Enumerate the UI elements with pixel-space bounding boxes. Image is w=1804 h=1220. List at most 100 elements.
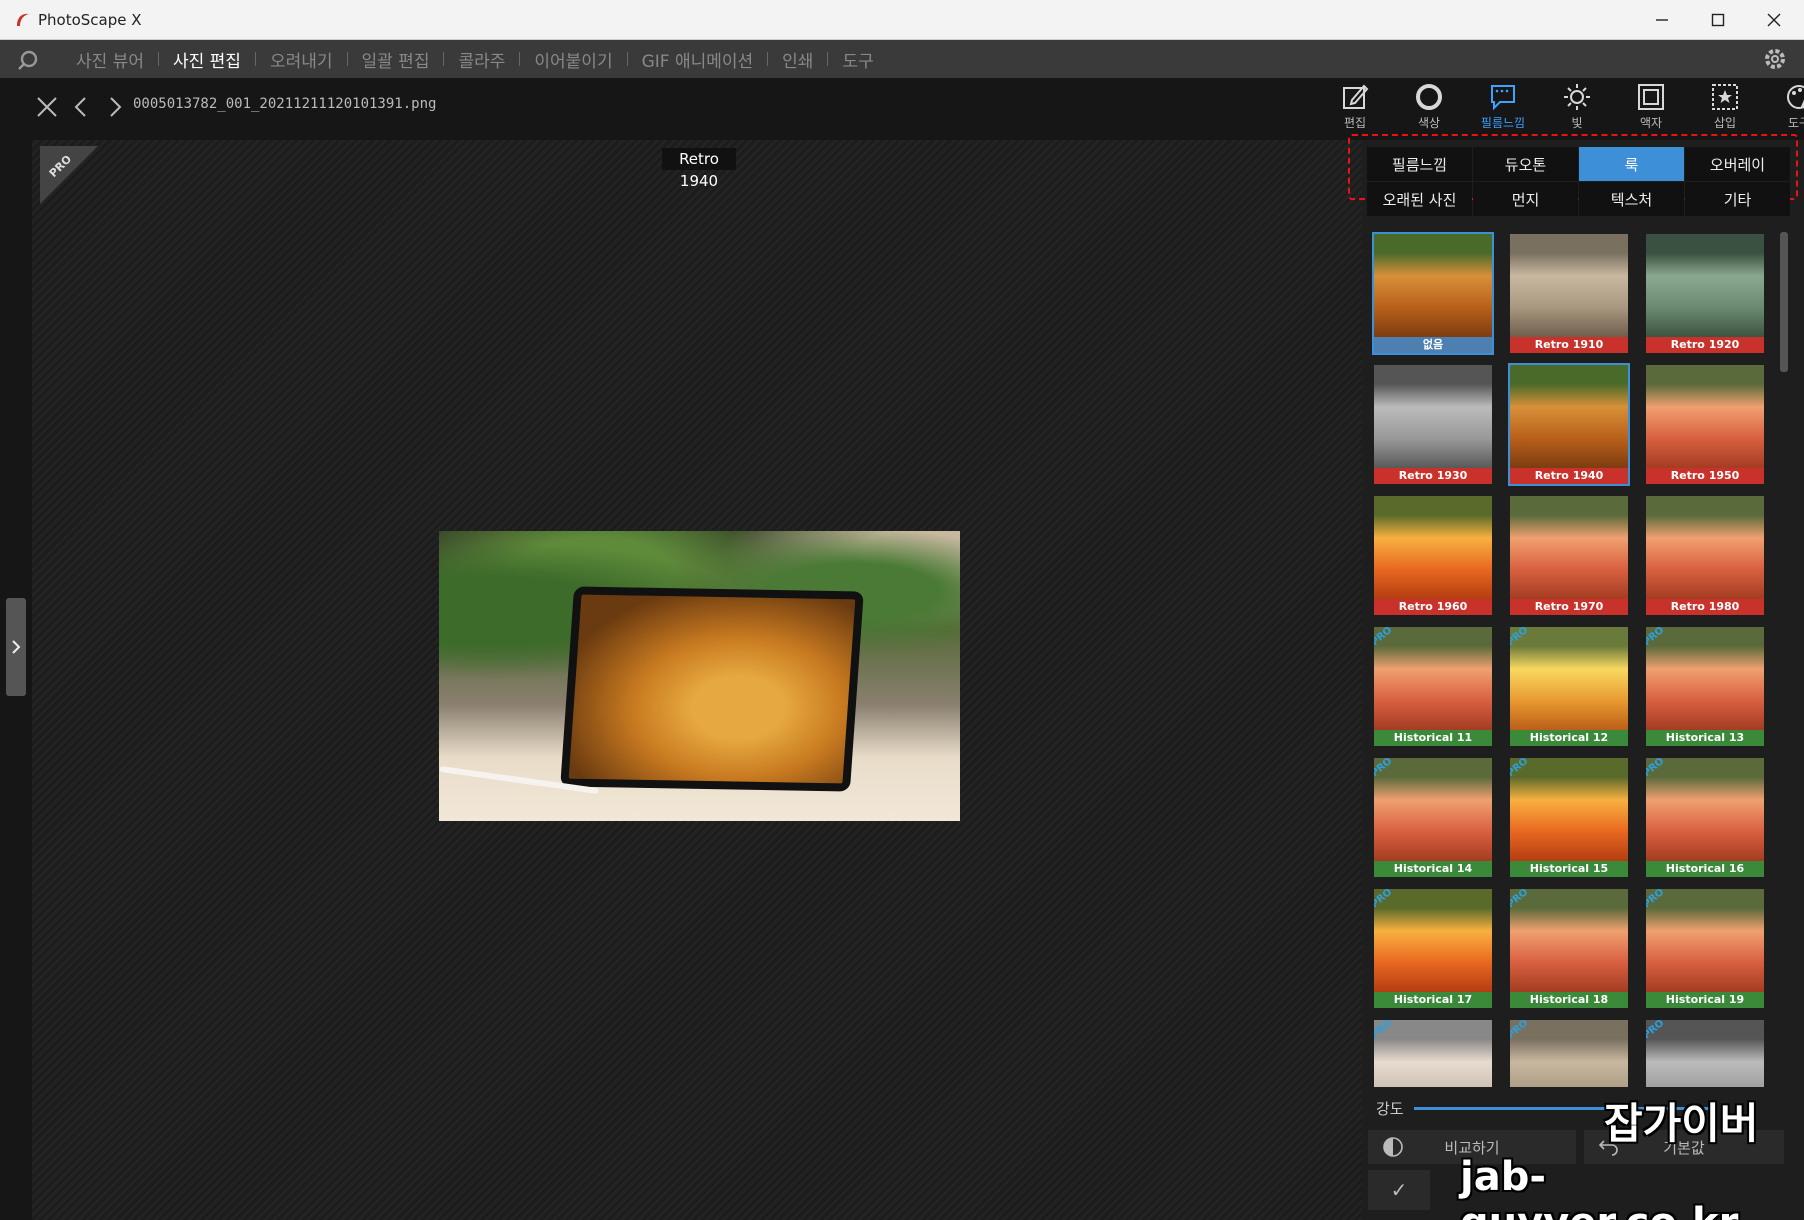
maximize-button[interactable]: [1690, 0, 1746, 40]
filter-thumbnail[interactable]: PRO: [1644, 1018, 1766, 1087]
category-tab[interactable]: 듀오톤: [1473, 147, 1578, 181]
thumbnail-image: [1646, 889, 1764, 994]
filter-thumbnail[interactable]: PRO: [1508, 1018, 1630, 1087]
menu-item[interactable]: 콜라주: [444, 47, 519, 72]
thumbnail-image: [1646, 1020, 1764, 1087]
menu-item[interactable]: 사진 편집: [159, 47, 255, 72]
close-window-button[interactable]: [1746, 0, 1802, 40]
filter-thumbnail[interactable]: PRO Historical 12: [1508, 625, 1630, 748]
close-icon: [1767, 13, 1781, 27]
photo-tablet: [560, 586, 864, 792]
menu-item[interactable]: 이어붙이기: [520, 47, 626, 72]
tool-label: 필름느낌: [1480, 116, 1526, 130]
category-tab[interactable]: 룩: [1579, 147, 1684, 181]
menu-bar: 사진 뷰어 사진 편집 오려내기 일괄 편집 콜라주 이어붙이기 GIF 애니메이션 인쇄 도구: [0, 40, 1804, 78]
chevron-right-icon: [12, 640, 21, 654]
watermark-name: 잡가이버: [1604, 1099, 1759, 1148]
tool-insert[interactable]: 삽입: [1688, 82, 1762, 134]
category-tab[interactable]: 텍스처: [1579, 182, 1684, 216]
tool-label: 빛: [1571, 116, 1583, 130]
thumbnail-image: [1510, 1020, 1628, 1087]
filter-thumbnail[interactable]: Retro 1980: [1644, 494, 1766, 617]
thumbnail-image: [1646, 365, 1764, 470]
thumbnail-image: [1374, 496, 1492, 601]
previous-photo-button[interactable]: [66, 92, 96, 122]
thumbnail-image: [1646, 758, 1764, 863]
filter-thumbnail[interactable]: PRO Historical 17: [1372, 887, 1494, 1010]
light-icon: [1564, 84, 1590, 110]
filter-thumbnail[interactable]: PRO Historical 13: [1644, 625, 1766, 748]
left-panel-toggle[interactable]: [6, 598, 26, 696]
filter-thumbnail[interactable]: PRO Historical 16: [1644, 756, 1766, 879]
filter-thumbnail[interactable]: Retro 1930: [1372, 363, 1494, 486]
thumbnail-caption: Historical 17: [1374, 992, 1492, 1008]
filter-thumbnail[interactable]: PRO Historical 14: [1372, 756, 1494, 879]
minimize-button[interactable]: [1634, 0, 1690, 40]
tool-color[interactable]: 색상: [1392, 82, 1466, 134]
menu-item[interactable]: 사진 뷰어: [62, 47, 158, 72]
thumbnail-image: [1510, 234, 1628, 339]
thumbnail-caption: Retro 1980: [1646, 599, 1764, 615]
category-tab[interactable]: 오래된 사진: [1367, 182, 1472, 216]
gear-icon[interactable]: [1762, 46, 1788, 72]
thumbnail-caption: 없음: [1374, 337, 1492, 353]
photo-filename: 0005013782_001_20211211120101391.png: [133, 96, 437, 112]
filter-thumbnail[interactable]: 없음: [1372, 232, 1494, 355]
menu-item[interactable]: GIF 애니메이션: [628, 47, 768, 72]
thumbnail-caption: Historical 13: [1646, 730, 1764, 746]
search-icon[interactable]: [16, 48, 40, 72]
category-tab[interactable]: 오버레이: [1685, 147, 1790, 181]
filter-category-tabs: 필름느낌 듀오톤 룩 오버레이오래된 사진 먼지 텍스처 기타: [1367, 147, 1790, 216]
filter-thumbnail[interactable]: Retro 1910: [1508, 232, 1630, 355]
close-photo-button[interactable]: [32, 92, 62, 122]
filter-thumbnail[interactable]: Retro 1950: [1644, 363, 1766, 486]
filter-thumbnail[interactable]: PRO Historical 19: [1644, 887, 1766, 1010]
menu-item[interactable]: 오려내기: [256, 47, 347, 72]
tools-icon: [1787, 85, 1804, 109]
filter-thumbnail[interactable]: Retro 1920: [1644, 232, 1766, 355]
filter-thumbnail[interactable]: Retro 1960: [1372, 494, 1494, 617]
tool-edit[interactable]: 편집: [1318, 82, 1392, 134]
filter-thumbnail[interactable]: PRO Historical 18: [1508, 887, 1630, 1010]
minimize-icon: [1656, 19, 1668, 21]
thumbnail-image: [1510, 758, 1628, 863]
filter-thumbnail[interactable]: Retro 1970: [1508, 494, 1630, 617]
edit-icon: [1343, 84, 1369, 109]
filter-thumbnail[interactable]: PRO Historical 11: [1372, 625, 1494, 748]
insert-icon: [1712, 84, 1738, 110]
thumbnail-image: [1646, 627, 1764, 732]
tool-tools[interactable]: 도구: [1762, 82, 1804, 134]
filter-thumbnail[interactable]: PRO Historical 15: [1508, 756, 1630, 879]
watermark-url: jab-guyver.co.kr: [1460, 1154, 1738, 1220]
frame-icon: [1638, 84, 1664, 110]
filter-thumbnail[interactable]: PRO: [1372, 1018, 1494, 1087]
title-bar: PhotoScape X: [0, 0, 1804, 40]
thumbnail-image: [1646, 496, 1764, 601]
menu-item[interactable]: 일괄 편집: [348, 47, 444, 72]
current-filter-label: Retro 1940: [662, 148, 736, 190]
tool-light[interactable]: 빛: [1540, 82, 1614, 134]
thumbnail-image: [1374, 365, 1492, 470]
thumbnail-scrollbar[interactable]: [1780, 232, 1788, 372]
editor-toolbar: 편집 색상 필름느낌 빛 액자 삽입 도구: [1318, 82, 1804, 134]
apply-button[interactable]: ✓: [1368, 1170, 1430, 1210]
filter-thumbnail[interactable]: Retro 1940: [1508, 363, 1630, 486]
tool-frame[interactable]: 액자: [1614, 82, 1688, 134]
thumbnail-image: [1510, 365, 1628, 470]
category-tab[interactable]: 기타: [1685, 182, 1790, 216]
edited-photo[interactable]: [439, 531, 960, 821]
thumbnail-image: [1510, 889, 1628, 994]
tool-film[interactable]: 필름느낌: [1466, 82, 1540, 134]
menu-item[interactable]: 도구: [828, 47, 887, 72]
menu-item[interactable]: 인쇄: [768, 47, 827, 72]
tool-label: 색상: [1417, 116, 1441, 130]
category-tab[interactable]: 필름느낌: [1367, 147, 1472, 181]
thumbnail-image: [1374, 234, 1492, 339]
chevron-right-icon: [110, 97, 122, 117]
thumbnail-caption: Historical 19: [1646, 992, 1764, 1008]
category-tab[interactable]: 먼지: [1473, 182, 1578, 216]
next-photo-button[interactable]: [100, 92, 130, 122]
tool-label: 편집: [1343, 116, 1367, 130]
app-title: PhotoScape X: [38, 11, 142, 29]
photoscape-logo-icon: [17, 13, 29, 26]
